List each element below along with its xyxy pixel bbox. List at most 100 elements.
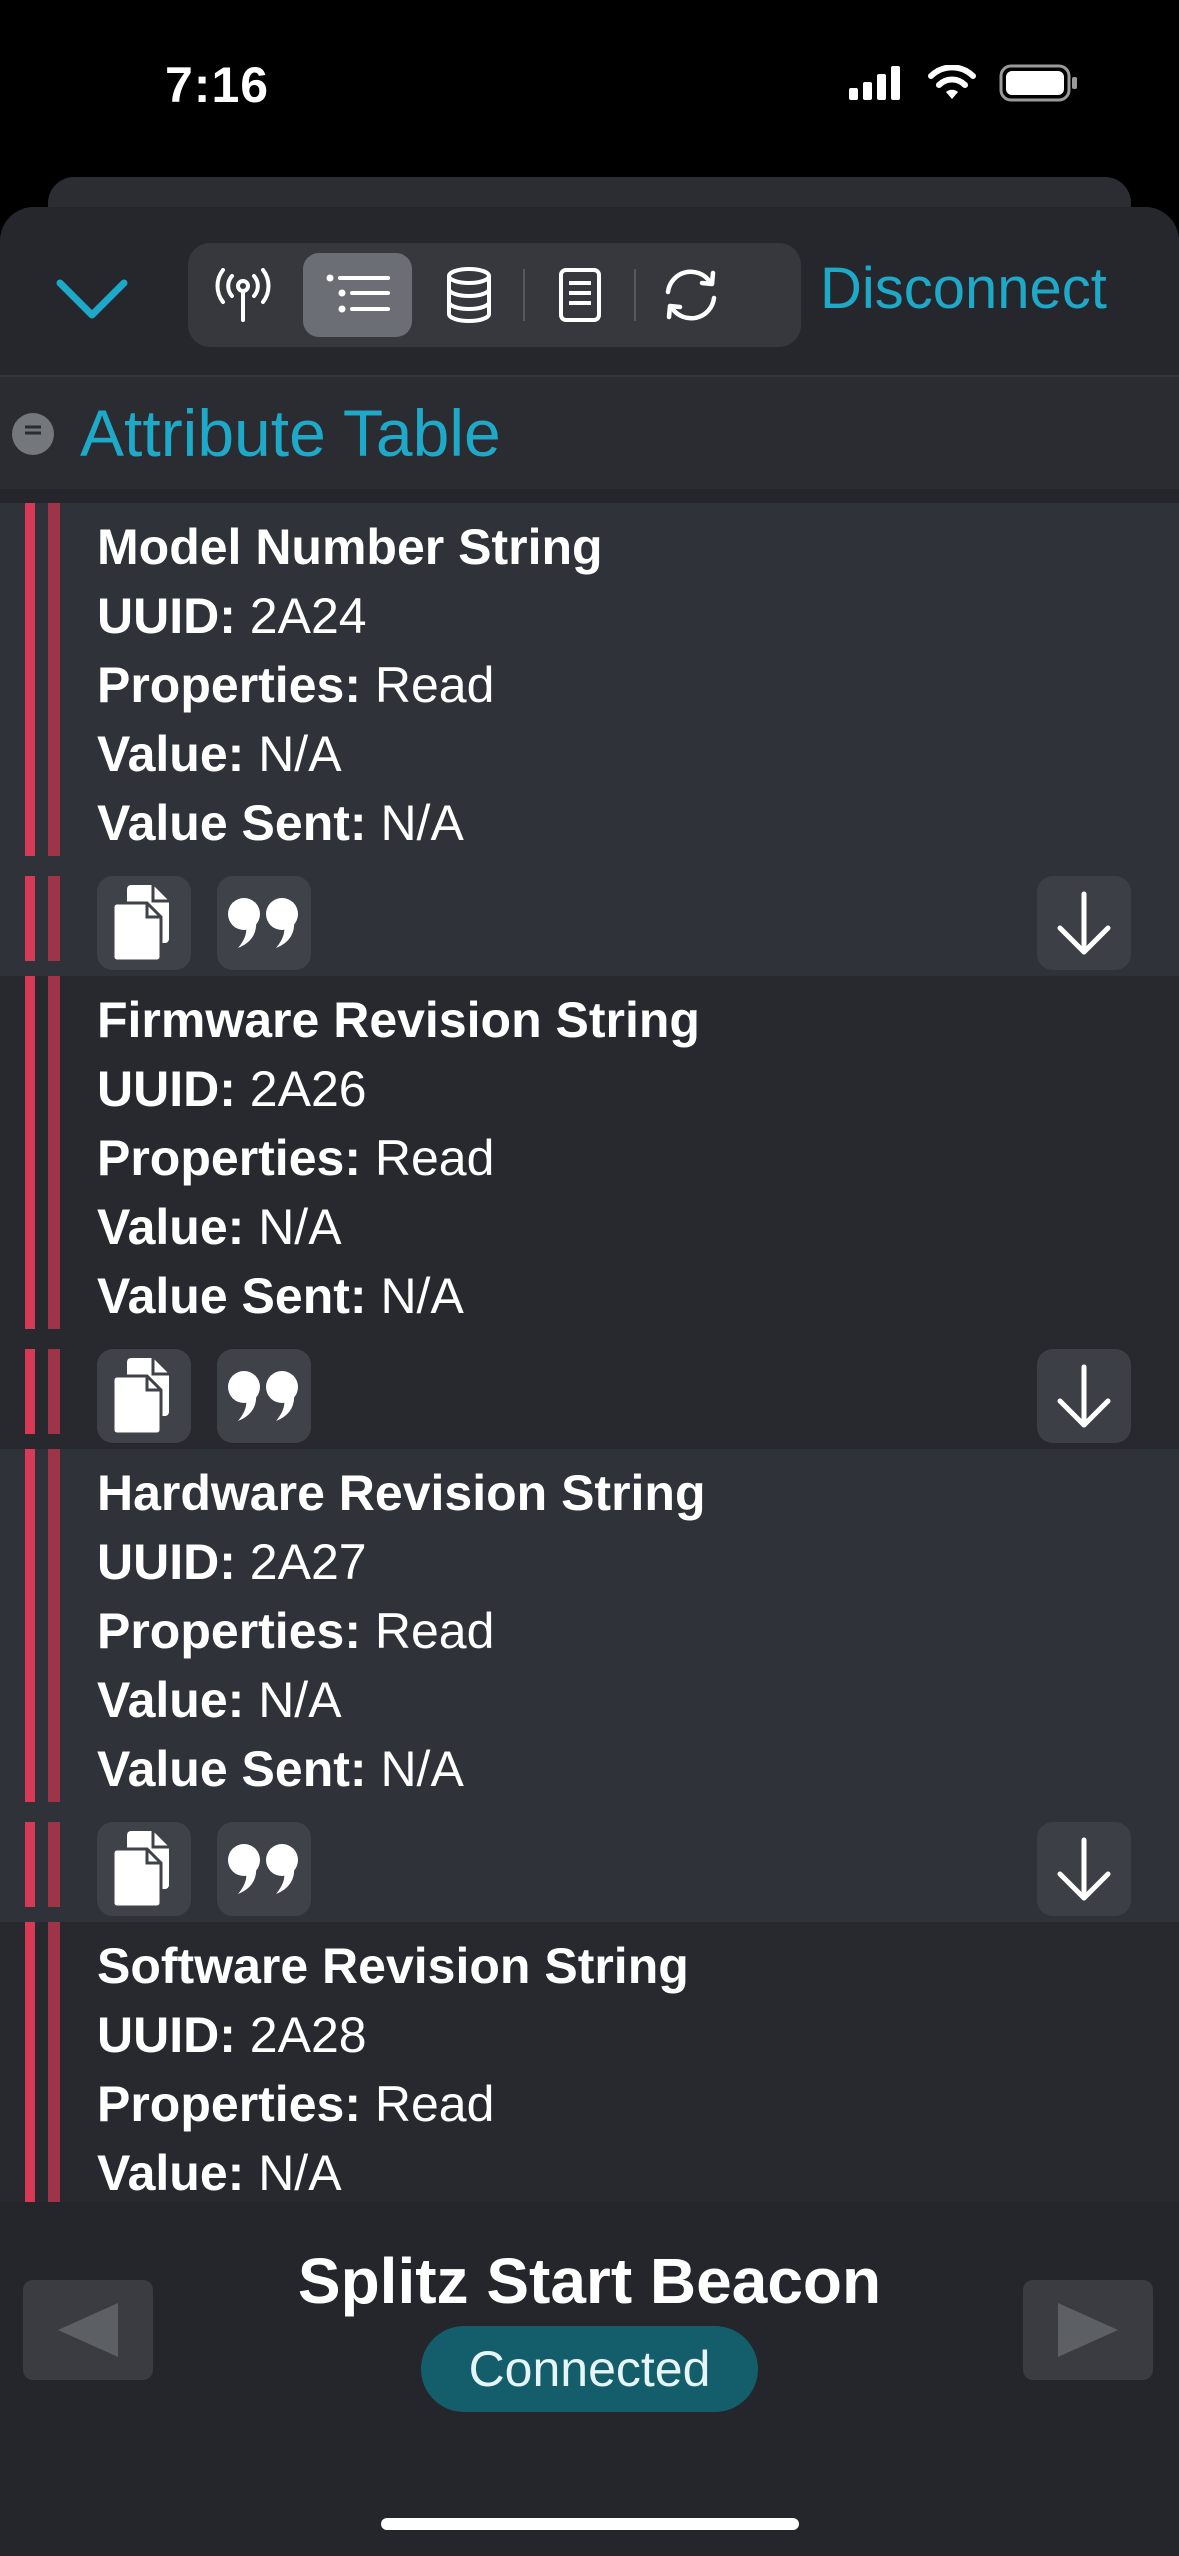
properties-value: Read <box>374 1130 495 1186</box>
level-stripe <box>48 1449 60 1802</box>
copy-button[interactable] <box>97 1822 191 1916</box>
list-icon <box>326 274 390 313</box>
uuid-label: UUID: <box>97 1534 236 1590</box>
triangle-right-icon <box>1058 2303 1118 2357</box>
quote-button[interactable] <box>217 876 311 970</box>
value-sent-label: Value Sent: <box>97 1741 367 1797</box>
tab-attribute-table[interactable] <box>303 253 412 337</box>
characteristic-card: Firmware Revision String UUID: 2A26 Prop… <box>0 976 1179 1449</box>
characteristic-name: Hardware Revision String <box>97 1465 706 1521</box>
level-stripe <box>25 976 35 1329</box>
characteristic-card: Model Number String UUID: 2A24 Propertie… <box>0 503 1179 976</box>
read-button[interactable] <box>1037 876 1131 970</box>
copy-icon <box>111 885 169 963</box>
quote-icon <box>228 1844 298 1894</box>
properties-label: Properties: <box>97 1603 361 1659</box>
battery-icon <box>999 64 1077 102</box>
document-icon <box>558 268 601 322</box>
properties-value: Read <box>374 1603 495 1659</box>
uuid-label: UUID: <box>97 1061 236 1117</box>
properties-label: Properties: <box>97 2076 361 2132</box>
uuid-value: 2A28 <box>249 2007 367 2063</box>
section-title: Attribute Table <box>80 396 501 470</box>
next-device-button[interactable] <box>1023 2280 1153 2380</box>
antenna-icon <box>215 268 270 322</box>
value-value: N/A <box>258 2145 342 2201</box>
copy-icon <box>111 1831 169 1909</box>
level-stripe <box>48 1822 60 1907</box>
tab-scanner[interactable] <box>188 253 297 337</box>
properties-value: Read <box>374 657 495 713</box>
characteristic-card: Hardware Revision String UUID: 2A27 Prop… <box>0 1449 1179 1922</box>
value-sent-value: N/A <box>380 1741 464 1797</box>
refresh-icon <box>665 269 716 321</box>
copy-button[interactable] <box>97 1349 191 1443</box>
arrow-down-icon <box>1057 1837 1111 1901</box>
tab-database[interactable] <box>414 253 523 337</box>
characteristics-list: Model Number String UUID: 2A24 Propertie… <box>0 503 1179 2202</box>
value-sent-label: Value Sent: <box>97 1268 367 1324</box>
arrow-down-icon <box>1057 1364 1111 1428</box>
wifi-icon <box>928 65 976 99</box>
disconnect-button[interactable]: Disconnect <box>820 255 1107 322</box>
level-stripe <box>25 1922 35 2202</box>
card-actions <box>97 876 1131 972</box>
value-sent-value: N/A <box>380 795 464 851</box>
section-header: Attribute Table <box>0 377 1179 489</box>
connection-status-badge: Connected <box>421 2326 758 2412</box>
copy-icon <box>111 1358 169 1436</box>
quote-button[interactable] <box>217 1349 311 1443</box>
uuid-value: 2A26 <box>249 1061 367 1117</box>
status-bar: 7:16 <box>0 0 1179 170</box>
value-label: Value: <box>97 1672 245 1728</box>
home-indicator[interactable] <box>381 2518 799 2530</box>
value-label: Value: <box>97 726 245 782</box>
tab-log[interactable] <box>525 253 634 337</box>
value-label: Value: <box>97 1199 245 1255</box>
card-actions <box>97 1349 1131 1445</box>
value-sent-value: N/A <box>380 1268 464 1324</box>
copy-button[interactable] <box>97 876 191 970</box>
value-sent-label: Value Sent: <box>97 795 367 851</box>
read-button[interactable] <box>1037 1822 1131 1916</box>
level-stripe <box>25 1449 35 1802</box>
value-label: Value: <box>97 2145 245 2201</box>
level-stripe <box>25 503 35 856</box>
level-stripe <box>48 503 60 856</box>
level-stripe <box>48 1922 60 2202</box>
uuid-value: 2A24 <box>249 588 367 644</box>
value-value: N/A <box>258 726 342 782</box>
properties-label: Properties: <box>97 1130 361 1186</box>
level-stripe <box>25 876 35 961</box>
database-icon <box>446 267 491 323</box>
uuid-label: UUID: <box>97 588 236 644</box>
characteristic-name: Model Number String <box>97 519 603 575</box>
device-sheet: Disconnect Attribute Table Model Number … <box>0 207 1179 2556</box>
properties-label: Properties: <box>97 657 361 713</box>
cellular-signal-icon <box>849 66 900 100</box>
collapse-button[interactable] <box>52 259 132 339</box>
tab-refresh[interactable] <box>636 253 745 337</box>
level-stripe <box>25 1822 35 1907</box>
uuid-value: 2A27 <box>249 1534 367 1590</box>
clock: 7:16 <box>165 57 270 113</box>
chevron-down-icon <box>56 279 128 319</box>
value-value: N/A <box>258 1199 342 1255</box>
device-footer: Splitz Start Beacon Connected <box>0 2202 1179 2556</box>
level-stripe <box>48 976 60 1329</box>
quote-icon <box>228 1371 298 1421</box>
characteristic-card: Software Revision String UUID: 2A28 Prop… <box>0 1922 1179 2202</box>
quote-button[interactable] <box>217 1822 311 1916</box>
card-actions <box>97 1822 1131 1918</box>
read-button[interactable] <box>1037 1349 1131 1443</box>
characteristic-name: Firmware Revision String <box>97 992 700 1048</box>
value-value: N/A <box>258 1672 342 1728</box>
level-stripe <box>48 876 60 961</box>
system-icons <box>849 64 1079 102</box>
properties-value: Read <box>374 2076 495 2132</box>
toolbar: Disconnect <box>0 207 1179 377</box>
level-stripe <box>48 1349 60 1434</box>
level-stripe <box>25 1349 35 1434</box>
arrow-down-icon <box>1057 891 1111 955</box>
characteristic-name: Software Revision String <box>97 1938 689 1994</box>
